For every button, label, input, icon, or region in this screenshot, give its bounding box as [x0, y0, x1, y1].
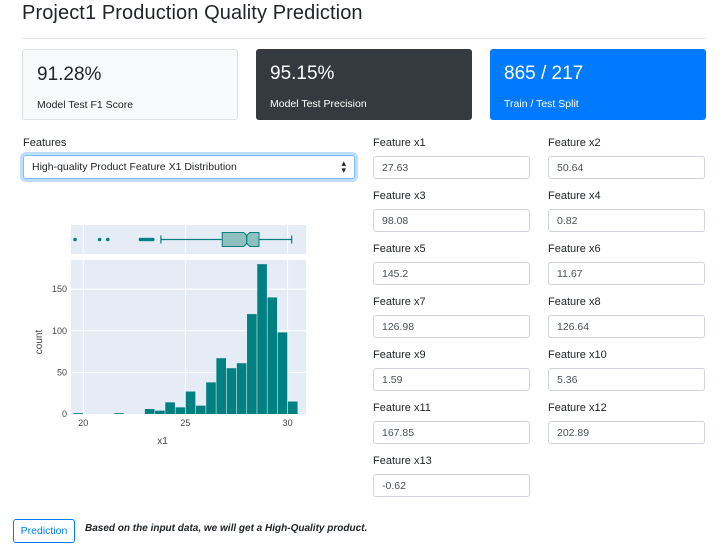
card-precision: 95.15% Model Test Precision [256, 49, 472, 120]
feature-label: Feature x10 [548, 349, 607, 361]
y-tick-label: 50 [57, 367, 67, 377]
card-label: Train / Test Split [504, 98, 579, 110]
card-label: Model Test Precision [270, 98, 367, 110]
y-tick-label: 100 [52, 326, 67, 336]
histogram-bar [247, 314, 257, 414]
feature-label: Feature x4 [548, 190, 601, 202]
card-value: 91.28% [37, 64, 102, 85]
divider [22, 38, 706, 39]
feature-label: Feature x9 [373, 349, 426, 361]
feature-x2: Feature x2 50.64 [548, 137, 705, 179]
prediction-button[interactable]: Prediction [13, 519, 75, 543]
feature-x12: Feature x12 202.89 [548, 402, 705, 444]
card-split: 865 / 217 Train / Test Split [490, 49, 706, 120]
histogram-bar [287, 401, 298, 414]
feature-x1: Feature x1 27.63 [373, 137, 530, 179]
features-label: Features [23, 137, 67, 149]
histogram-bar [236, 363, 247, 414]
y-axis-title: count [34, 330, 45, 355]
histogram-bar [257, 264, 267, 414]
histogram-bar [206, 382, 216, 414]
histogram-bar [195, 405, 206, 414]
x-axis-title: x1 [157, 436, 168, 447]
card-label: Model Test F1 Score [37, 99, 134, 111]
feature-input[interactable]: 0.82 [548, 209, 705, 232]
histogram-bar [277, 332, 288, 414]
prediction-result-text: Based on the input data, we will get a H… [85, 523, 368, 534]
histogram-bar [144, 409, 155, 414]
feature-input[interactable]: 1.59 [373, 368, 530, 391]
card-value: 865 / 217 [504, 63, 584, 84]
feature-label: Feature x8 [548, 296, 601, 308]
feature-input[interactable]: -0.62 [373, 474, 530, 497]
box-outlier-point [105, 237, 110, 242]
feature-x10: Feature x10 5.36 [548, 349, 705, 391]
features-select-value: High-quality Product Feature X1 Distribu… [32, 161, 237, 173]
feature-label: Feature x12 [548, 402, 607, 414]
histogram-bar [114, 413, 124, 414]
feature-input[interactable]: 50.64 [548, 156, 705, 179]
feature-x3: Feature x3 98.08 [373, 190, 530, 232]
feature-x11: Feature x11 167.85 [373, 402, 530, 444]
histogram-bar [267, 297, 278, 414]
card-value: 95.15% [270, 63, 335, 84]
histogram-bar [155, 410, 165, 414]
select-arrows-icon: ▴ ▾ [341, 158, 346, 175]
feature-label: Feature x2 [548, 137, 601, 149]
box-outlier-point [73, 237, 77, 242]
feature-x6: Feature x6 11.67 [548, 243, 705, 285]
feature-label: Feature x3 [373, 190, 426, 202]
histogram-bar [216, 358, 227, 414]
box-outlier-point [97, 237, 102, 242]
features-select[interactable]: High-quality Product Feature X1 Distribu… [23, 155, 355, 179]
feature-label: Feature x5 [373, 243, 426, 255]
feature-x8: Feature x8 126.64 [548, 296, 705, 338]
box-outlier-point [150, 237, 155, 242]
x-tick-label: 20 [78, 418, 88, 428]
feature-input[interactable]: 167.85 [373, 421, 530, 444]
y-tick-label: 0 [62, 409, 67, 419]
y-tick-label: 150 [52, 284, 67, 294]
histogram-bar [185, 391, 196, 414]
card-f1-score: 91.28% Model Test F1 Score [22, 49, 238, 120]
feature-input[interactable]: 11.67 [548, 262, 705, 285]
chart-svg: 20 25 30 0 50 100 150 x1 count [34, 225, 306, 447]
box-iqr [221, 232, 260, 247]
histogram-bar [175, 407, 186, 414]
x-tick-label: 30 [283, 418, 293, 428]
feature-input[interactable]: 202.89 [548, 421, 705, 444]
feature-input[interactable]: 126.64 [548, 315, 705, 338]
feature-label: Feature x7 [373, 296, 426, 308]
feature-input[interactable]: 126.98 [373, 315, 530, 338]
feature-input[interactable]: 145.2 [373, 262, 530, 285]
feature-x7: Feature x7 126.98 [373, 296, 530, 338]
feature-input[interactable]: 98.08 [373, 209, 530, 232]
histogram-bar [165, 402, 175, 414]
feature-label: Feature x6 [548, 243, 601, 255]
page-title: Project1 Production Quality Prediction [22, 2, 363, 24]
feature-x5: Feature x5 145.2 [373, 243, 530, 285]
feature-x13: Feature x13 -0.62 [373, 455, 530, 497]
feature-label: Feature x13 [373, 455, 432, 467]
feature-input[interactable]: 5.36 [548, 368, 705, 391]
histogram-bar [73, 413, 83, 414]
feature-input[interactable]: 27.63 [373, 156, 530, 179]
feature-label: Feature x11 [373, 402, 431, 414]
feature-x4: Feature x4 0.82 [548, 190, 705, 232]
feature-label: Feature x1 [373, 137, 426, 149]
histogram-bar [226, 368, 237, 414]
x-tick-label: 25 [180, 418, 190, 428]
feature-x9: Feature x9 1.59 [373, 349, 530, 391]
distribution-chart: 20 25 30 0 50 100 150 x1 count [28, 222, 318, 452]
